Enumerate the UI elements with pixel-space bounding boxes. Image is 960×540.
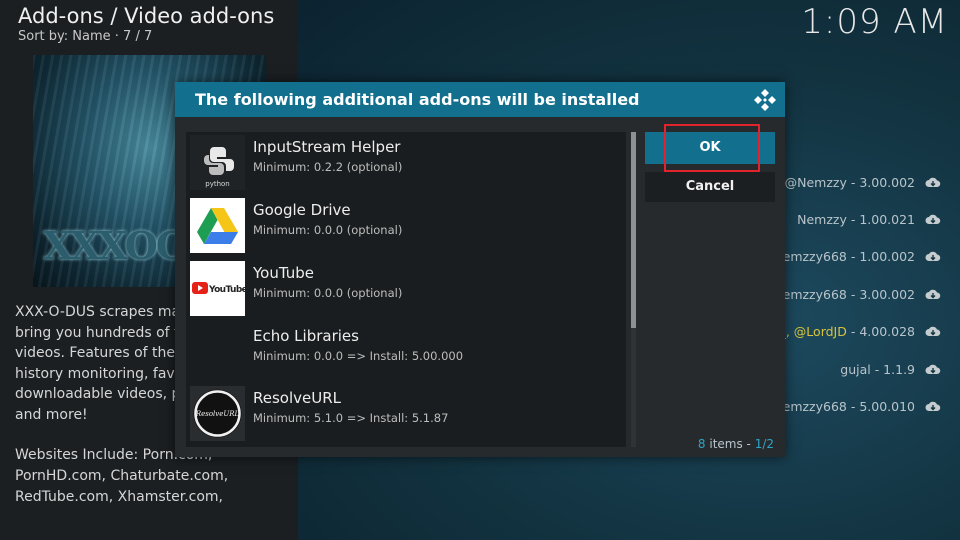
- item-name: Echo Libraries: [253, 327, 359, 345]
- svg-text:YouTube: YouTube: [208, 285, 245, 295]
- list-item[interactable]: Nemzzy668 - 1.00.002: [773, 249, 915, 264]
- google-drive-icon: [190, 198, 245, 253]
- list-item[interactable]: Echo Libraries Minimum: 0.0.0 => Install…: [190, 322, 622, 380]
- list-item[interactable]: ResolveURL ResolveURL Minimum: 5.1.0 => …: [190, 384, 622, 442]
- cloud-download-icon: [925, 289, 941, 299]
- install-dependencies-dialog: The following additional add-ons will be…: [175, 82, 785, 457]
- list-item[interactable]: gujal - 1.1.9: [840, 362, 915, 377]
- svg-text:python: python: [205, 180, 230, 188]
- list-item[interactable]: Nemzzy668 - 3.00.002: [773, 287, 915, 302]
- clock: 1:09 AM: [801, 2, 948, 42]
- kodi-logo-icon: [754, 89, 776, 111]
- list-item[interactable]: Nemzzy - 1.00.021: [797, 212, 915, 227]
- resolveurl-icon: ResolveURL: [190, 386, 245, 441]
- item-detail: Minimum: 0.2.2 (optional): [253, 160, 403, 174]
- cloud-download-icon: [925, 326, 941, 336]
- items-count: 8 items - 1/2: [697, 437, 774, 451]
- cloud-download-icon: [925, 364, 941, 374]
- svg-text:ResolveURL: ResolveURL: [195, 410, 240, 418]
- dependency-list: python InputStream Helper Minimum: 0.2.2…: [186, 132, 626, 447]
- list-scrollbar[interactable]: [631, 132, 636, 447]
- item-name: InputStream Helper: [253, 138, 401, 156]
- scrollbar-thumb[interactable]: [631, 132, 636, 328]
- cloud-download-icon: [925, 401, 941, 411]
- list-item[interactable]: YouTube YouTube Minimum: 0.0.0 (optional…: [190, 259, 622, 317]
- cloud-download-icon: [925, 214, 941, 224]
- list-item[interactable]: @Nemzzy - 3.00.002: [785, 175, 915, 190]
- list-item[interactable]: c_, @LordJD - 4.00.028: [773, 324, 915, 339]
- item-name: ResolveURL: [253, 389, 342, 407]
- python-icon: python: [190, 135, 245, 190]
- ok-highlight-box: [664, 124, 760, 172]
- dialog-title: The following additional add-ons will be…: [195, 90, 640, 109]
- item-detail: Minimum: 5.1.0 => Install: 5.1.87: [253, 411, 449, 425]
- cloud-download-icon: [925, 251, 941, 261]
- item-name: YouTube: [253, 264, 314, 282]
- empty-thumbnail: [190, 324, 245, 379]
- cancel-button[interactable]: Cancel: [645, 172, 775, 202]
- item-name: Google Drive: [253, 201, 351, 219]
- cloud-download-icon: [925, 177, 941, 187]
- item-detail: Minimum: 0.0.0 => Install: 5.00.000: [253, 349, 464, 363]
- dialog-header: The following additional add-ons will be…: [175, 82, 785, 117]
- page-title: Add-ons / Video add-ons: [18, 4, 275, 28]
- poster-logo: XXXOO: [43, 223, 189, 268]
- youtube-icon: YouTube: [190, 261, 245, 316]
- list-item[interactable]: Nemzzy668 - 5.00.010: [773, 399, 915, 414]
- item-detail: Minimum: 0.0.0 (optional): [253, 286, 403, 300]
- list-item[interactable]: Google Drive Minimum: 0.0.0 (optional): [190, 196, 622, 254]
- item-detail: Minimum: 0.0.0 (optional): [253, 223, 403, 237]
- list-item[interactable]: python InputStream Helper Minimum: 0.2.2…: [190, 133, 622, 191]
- sort-info[interactable]: Sort by: Name · 7 / 7: [18, 29, 152, 44]
